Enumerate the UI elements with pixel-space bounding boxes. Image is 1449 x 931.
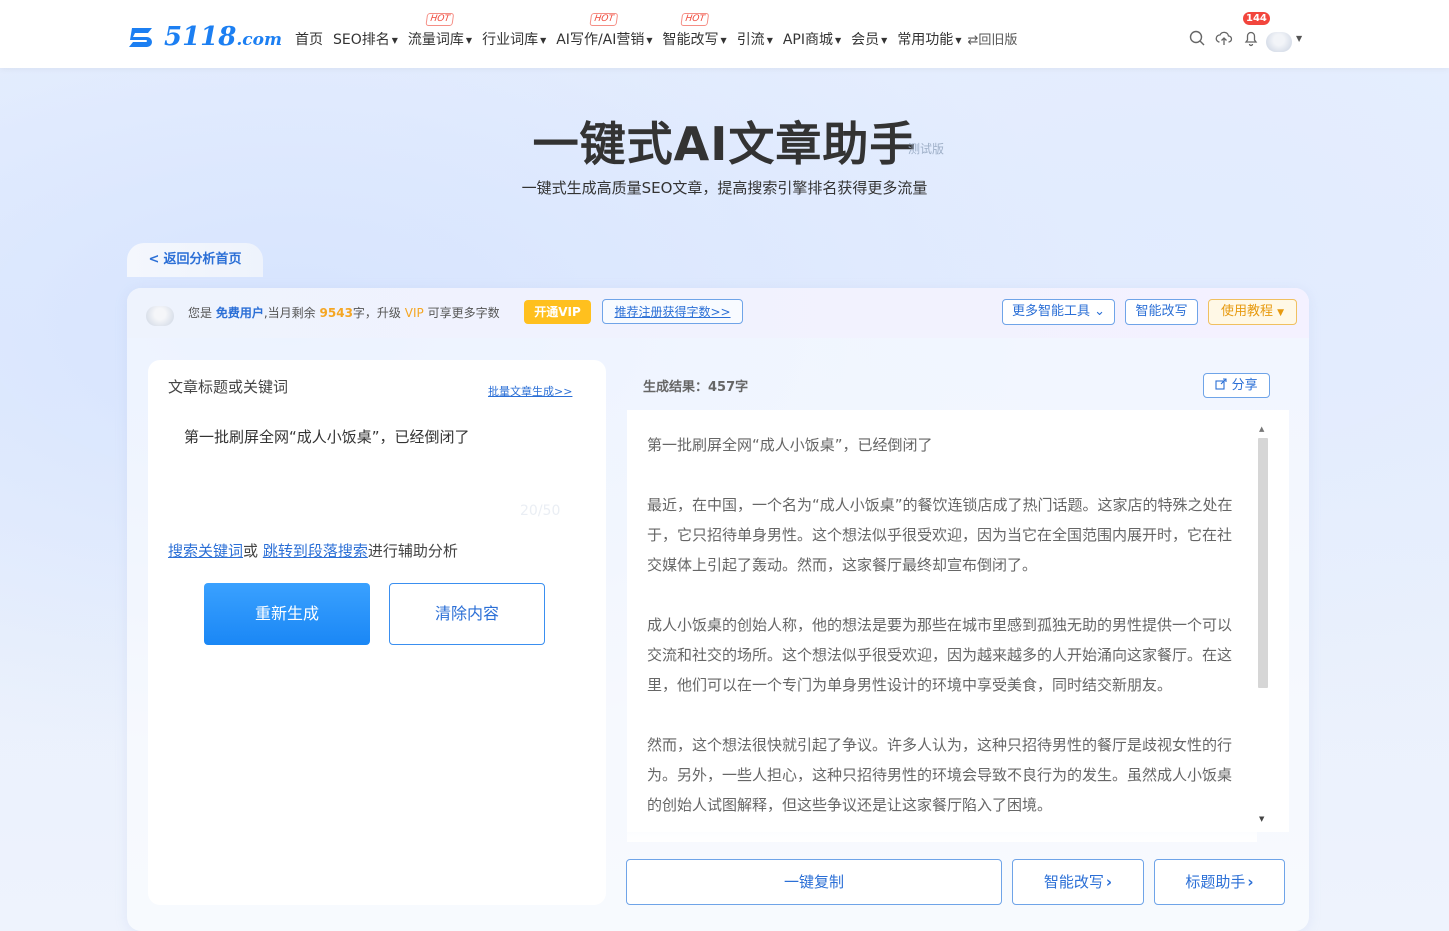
- caret-down-icon: ▼: [720, 35, 727, 45]
- input-label: 文章标题或关键词: [168, 378, 289, 396]
- search-keyword-link[interactable]: 搜索关键词: [168, 542, 243, 560]
- page-title: 一键式AI文章助手: [532, 117, 917, 171]
- caret-down-icon: ▼: [835, 35, 842, 45]
- logo-text: 5118.com: [164, 22, 282, 52]
- chevron-right-icon: ›: [1247, 873, 1254, 891]
- back-button[interactable]: < 返回分析首页: [127, 243, 263, 277]
- caret-down-icon: ▼: [391, 35, 398, 45]
- smart-rewrite-bottom-button[interactable]: 智能改写 ›: [1012, 859, 1144, 905]
- smart-rewrite-button[interactable]: 智能改写: [1125, 299, 1198, 325]
- nav-item-smart-rewrite[interactable]: HOT 智能改写 ▼: [663, 13, 727, 49]
- beta-tag: 测试版: [908, 142, 945, 156]
- open-vip-button[interactable]: 开通VIP: [524, 300, 591, 324]
- caret-down-icon: ▼: [766, 35, 773, 45]
- result-paragraph: 第一批刷屏全网“成人小饭桌”，已经倒闭了: [647, 436, 933, 454]
- tutorial-dropdown[interactable]: 使用教程 ▼: [1208, 299, 1297, 325]
- nav-item-common-functions[interactable]: 常用功能 ▼: [897, 29, 961, 49]
- headline-helper-button[interactable]: 标题助手 ›: [1154, 859, 1285, 905]
- result-fade: [627, 812, 1257, 842]
- nav-item-industry-words[interactable]: 行业词库 ▼: [482, 29, 546, 49]
- caret-down-icon: ▼: [1277, 308, 1285, 318]
- scroll-down-icon[interactable]: ▼: [1259, 815, 1264, 823]
- caret-down-icon: ▼: [465, 35, 473, 45]
- nav-item-api-store[interactable]: API商城 ▼: [783, 29, 841, 49]
- hot-badge: HOT: [680, 13, 710, 26]
- user-type: 免费用户: [215, 306, 264, 320]
- scroll-up-icon[interactable]: ▲: [1259, 425, 1264, 433]
- copy-button[interactable]: 一键复制: [626, 859, 1002, 905]
- caret-down-icon[interactable]: ▼: [1296, 34, 1302, 43]
- result-paragraph: 最近，在中国，一个名为“成人小饭桌”的餐饮连锁店成了热门话题。这家店的特殊之处在…: [647, 496, 1233, 574]
- page-subtitle: 一键式生成高质量SEO文章，提高搜索引擎排名获得更多流量: [521, 179, 928, 197]
- recommend-register-link[interactable]: 推荐注册获得字数>>: [602, 299, 743, 324]
- assist-analysis: 搜索关键词或 跳转到段落搜索进行辅助分析: [168, 542, 458, 560]
- page-title-wrap: 一键式AI文章助手: [0, 108, 1449, 174]
- scrollbar-thumb[interactable]: [1258, 438, 1268, 688]
- caret-down-icon: ▼: [881, 35, 888, 45]
- nav-item-seo-rank[interactable]: SEO排名 ▼: [333, 29, 398, 49]
- regenerate-button[interactable]: 重新生成: [204, 583, 370, 645]
- clear-button[interactable]: 清除内容: [389, 583, 545, 645]
- chevron-down-icon: ⌄: [1094, 304, 1106, 319]
- user-avatar: [146, 306, 174, 326]
- result-content: 第一批刷屏全网“成人小饭桌”，已经倒闭了 最近，在中国，一个名为“成人小饭桌”的…: [647, 430, 1243, 832]
- result-textarea[interactable]: 第一批刷屏全网“成人小饭桌”，已经倒闭了 最近，在中国，一个名为“成人小饭桌”的…: [627, 410, 1289, 832]
- result-paragraph: 成人小饭桌的创始人称，他的想法是要为那些在城市里感到孤独无助的男性提供一个可以交…: [647, 616, 1233, 694]
- search-icon[interactable]: [1188, 29, 1206, 47]
- remaining-words: 9543: [319, 306, 353, 320]
- share-icon: [1215, 378, 1227, 390]
- logo[interactable]: 5118.com: [126, 20, 282, 54]
- paragraph-search-link[interactable]: 跳转到段落搜索: [263, 542, 368, 560]
- old-version-link[interactable]: ⇄回旧版: [967, 29, 1017, 49]
- hot-badge: HOT: [425, 13, 455, 26]
- caret-down-icon: ▼: [646, 35, 653, 45]
- keyword-input[interactable]: 第一批刷屏全网“成人小饭桌”，已经倒闭了: [184, 426, 470, 447]
- nav-item-home[interactable]: 首页: [295, 29, 323, 49]
- top-navigation: 5118.com 首页 SEO排名 ▼ HOT 流量词库 ▼ 行业词库 ▼ HOT AI写…: [0, 0, 1449, 68]
- hot-badge: HOT: [589, 13, 619, 26]
- bell-icon[interactable]: [1242, 29, 1260, 47]
- header-actions: [1188, 29, 1269, 47]
- more-tools-dropdown[interactable]: 更多智能工具 ⌄: [1002, 299, 1115, 325]
- char-count: 20/50: [520, 503, 561, 519]
- chevron-right-icon: ›: [1105, 873, 1113, 891]
- caret-down-icon: ▼: [540, 35, 547, 45]
- nav-item-ai-writing[interactable]: HOT AI写作/AI营销 ▼: [556, 13, 653, 49]
- result-count: 生成结果：457字: [643, 380, 749, 395]
- quota-info: 您是 免费用户,当月剩余 9543字，升级 VIP 可享更多字数: [188, 306, 500, 320]
- caret-down-icon: ▼: [955, 35, 962, 45]
- result-paragraph: 然而，这个想法很快就引起了争议。许多人认为，这种只招待男性的餐厅是歧视女性的行为…: [647, 736, 1233, 814]
- main-nav: 首页 SEO排名 ▼ HOT 流量词库 ▼ 行业词库 ▼ HOT AI写作/AI营销 ▼ H…: [295, 13, 1027, 49]
- nav-item-traffic[interactable]: 引流 ▼: [737, 29, 773, 49]
- nav-item-traffic-words[interactable]: HOT 流量词库 ▼: [408, 13, 473, 49]
- chevron-left-icon: <: [148, 252, 160, 267]
- notification-badge: 144: [1243, 12, 1270, 25]
- cloud-upload-icon[interactable]: [1215, 29, 1233, 47]
- logo-icon: [129, 28, 152, 47]
- share-button[interactable]: 分享: [1203, 373, 1270, 398]
- avatar[interactable]: [1266, 32, 1292, 52]
- batch-generate-link[interactable]: 批量文章生成>>: [488, 383, 572, 399]
- nav-item-membership[interactable]: 会员 ▼: [851, 29, 887, 49]
